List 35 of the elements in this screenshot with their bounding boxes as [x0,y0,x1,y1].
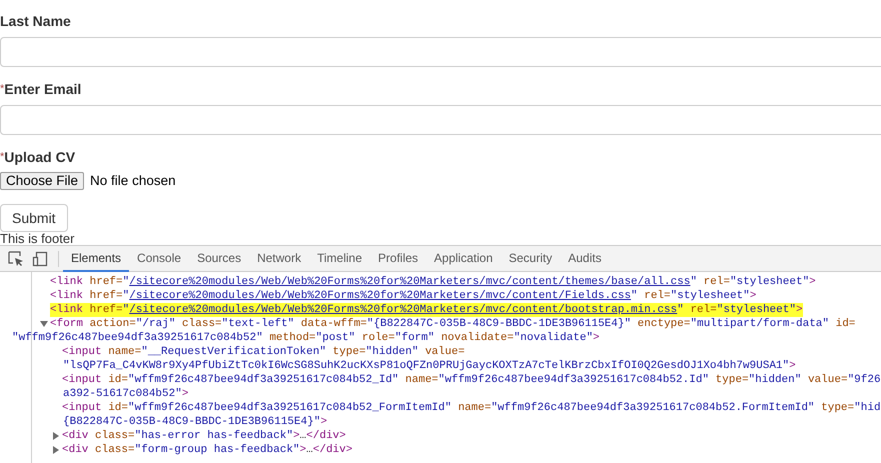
devtools-tab[interactable]: Security [500,246,560,272]
code-line: "wffm9f26c487bee94df3a39251617c084b52" method="post" role="form" novalidate="novalidate"> [12,331,600,345]
code-line: <input id="wffm9f26c487bee94df3a39251617c084b52_FormItemId" name="wffm9f26c487bee94df3a39251617c084b52.FormItemId" type="hid [62,401,881,415]
devtools-tab[interactable]: Elements [63,246,130,272]
code-line: {B822847C-035B-48C9-BBDC-1DE3B96115E4}"> [63,415,328,429]
toggle-icon[interactable] [52,432,60,440]
code-line: <link href="/sitecore%20modules/Web/Web%20Forms%20for%20Marketers/mvc/content/themes/base/all.css" rel="stylesheet"> [50,275,816,289]
code-line: <input id="wffm9f26c487bee94df3a39251617c084b52_Id" name="wffm9f26c487bee94df3a39251617c084b52.Id" type="hidden" value="9f26 [62,373,881,387]
inspect-icon[interactable] [8,250,24,266]
text-input-field[interactable] [0,37,881,67]
toggle-icon[interactable] [52,446,60,454]
code-line: <div class="has-error has-feedback">…</div> [62,429,346,443]
devtools-tab[interactable]: Timeline [309,246,370,272]
field-label: *Enter Email [0,82,82,96]
file-status: No file chosen [90,172,176,190]
devtools-tab[interactable]: Console [129,246,190,272]
footer-text: This is footer [0,232,76,245]
devtools-tab[interactable]: Profiles [370,246,426,272]
submit-button[interactable]: Submit [0,204,68,232]
toggle-icon[interactable] [40,320,48,328]
choose-file-button[interactable]: Choose File [0,172,84,190]
devtools-tab[interactable]: Application [426,246,501,272]
code-line: a392-51617c084b52"> [63,387,188,401]
device-icon[interactable] [32,250,48,266]
code-line: <form action="/raj" class="text-left" data-wffm="{B822847C-035B-48C9-BBDC-1DE3B96115E4}" enctype="multipart/form-data" id= [50,317,856,331]
devtools-tab[interactable]: Network [249,246,310,272]
code-line: "lsQP7Fa_C4vKW8r9Xy4PfUbiZtTc0kI6WcSG8SuhK2ucKXsP81oQFZn0PRUjGaycKOXTzA7cTelKBrzCbxIfOI0Q2GesdOJ1Xo4bh7w9USA1"> [63,359,796,373]
field-label: Last Name [0,14,71,28]
devtools-tab[interactable]: Audits [560,246,610,272]
code-line: <input name="__RequestVerificationToken" type="hidden" value= [62,345,465,359]
code-line: <link href="/sitecore%20modules/Web/Web%20Forms%20for%20Marketers/mvc/content/Fields.css" rel="stylesheet"> [50,289,756,303]
devtools-tab[interactable]: Sources [189,246,250,272]
text-input-field[interactable] [0,105,881,135]
field-label: *Upload CV [0,150,76,164]
code-line: <div class="form-group has-feedback">…</div> [62,443,352,457]
